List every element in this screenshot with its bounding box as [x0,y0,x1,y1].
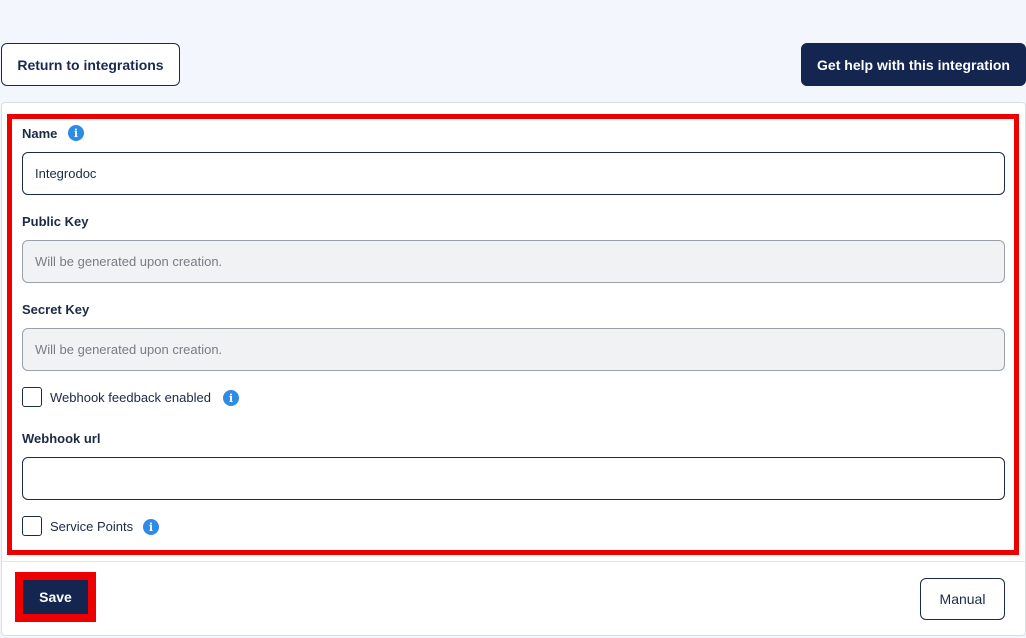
secret-key-label: Secret Key [22,302,90,317]
webhook-url-input[interactable] [22,457,1005,500]
service-points-label: Service Points [50,519,134,534]
return-to-integrations-button[interactable]: Return to integrations [1,43,180,86]
webhook-url-label: Webhook url [22,431,101,446]
service-points-checkbox[interactable] [22,516,42,536]
name-input[interactable] [22,152,1005,195]
webhook-feedback-checkbox[interactable] [22,387,42,407]
webhook-feedback-label: Webhook feedback enabled [50,390,211,405]
save-button[interactable]: Save [23,580,88,614]
manual-button[interactable]: Manual [920,578,1005,620]
info-icon[interactable]: i [143,519,159,535]
info-icon[interactable]: i [223,390,239,406]
name-label: Name [22,126,58,141]
secret-key-input [22,328,1005,371]
public-key-input [22,240,1005,283]
get-help-button[interactable]: Get help with this integration [801,43,1026,86]
public-key-label: Public Key [22,214,89,229]
info-icon[interactable]: i [68,125,84,141]
footer-divider [2,561,1025,562]
